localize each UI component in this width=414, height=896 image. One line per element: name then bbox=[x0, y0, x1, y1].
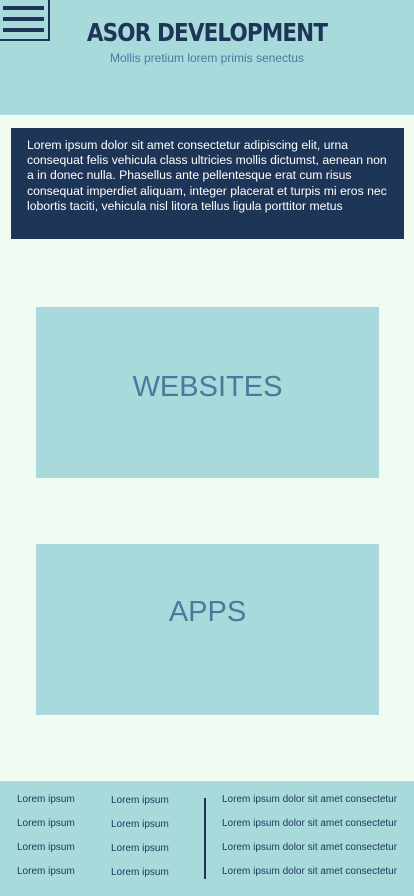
footer-link[interactable]: Lorem ipsum dolor sit amet consectetur bbox=[222, 794, 397, 805]
websites-tile-label: WEBSITES bbox=[132, 371, 283, 403]
footer-divider bbox=[204, 798, 206, 879]
apps-tile-label: APPS bbox=[168, 596, 247, 628]
footer-link[interactable]: Lorem ipsum bbox=[17, 794, 75, 805]
footer-link[interactable]: Lorem ipsum bbox=[17, 818, 75, 829]
page-footer: Lorem ipsum Lorem ipsum Lorem ipsum Lore… bbox=[0, 781, 414, 896]
intro-text-box: Lorem ipsum dolor sit amet consectetur a… bbox=[11, 128, 404, 239]
websites-tile[interactable]: WEBSITES bbox=[36, 307, 379, 478]
footer-link[interactable]: Lorem ipsum bbox=[17, 866, 75, 877]
footer-link[interactable]: Lorem ipsum bbox=[17, 842, 75, 853]
intro-paragraph: Lorem ipsum dolor sit amet consectetur a… bbox=[27, 138, 387, 213]
footer-link[interactable]: Lorem ipsum bbox=[111, 795, 169, 806]
site-subtitle: Mollis pretium lorem primis senectus bbox=[109, 51, 305, 65]
footer-link[interactable]: Lorem ipsum bbox=[111, 819, 169, 830]
footer-link[interactable]: Lorem ipsum dolor sit amet consectetur bbox=[222, 866, 397, 877]
footer-link[interactable]: Lorem ipsum dolor sit amet consectetur bbox=[222, 842, 397, 853]
footer-link[interactable]: Lorem ipsum dolor sit amet consectetur bbox=[222, 818, 397, 829]
page-header: ASOR DEVELOPMENT Mollis pretium lorem pr… bbox=[0, 0, 414, 115]
menu-bar-line bbox=[3, 6, 44, 10]
footer-link[interactable]: Lorem ipsum bbox=[111, 867, 169, 878]
apps-tile[interactable]: APPS bbox=[36, 544, 379, 715]
site-title: ASOR DEVELOPMENT bbox=[86, 18, 328, 47]
footer-link[interactable]: Lorem ipsum bbox=[111, 843, 169, 854]
